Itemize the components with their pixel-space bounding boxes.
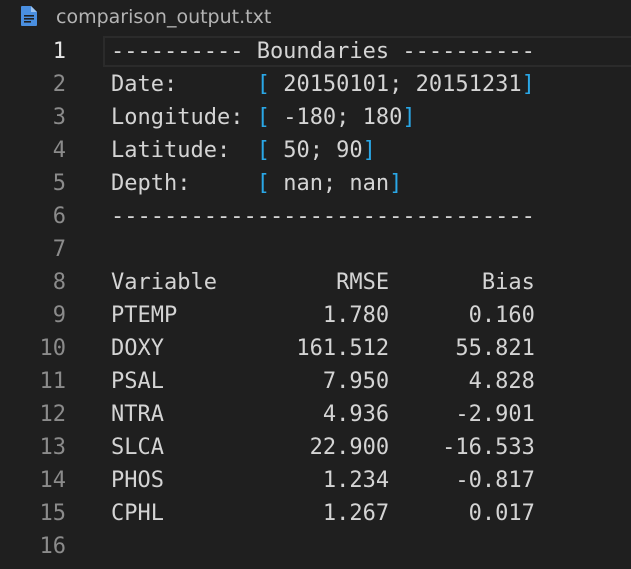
line-number: 4 (52, 138, 66, 163)
line-number: 8 (52, 270, 66, 295)
longitude-line: Longitude: [ -180; 180] (111, 101, 416, 134)
date-value: 20150101; 20151231 (269, 72, 522, 97)
table-row: PTEMP 1.780 0.160 (111, 303, 535, 328)
close-bracket: ] (521, 72, 535, 97)
table-row: PSAL 7.950 4.828 (111, 369, 535, 394)
line-number: 7 (52, 237, 66, 262)
longitude-label: Longitude: (111, 105, 257, 130)
latitude-line: Latitude: [ 50; 90] (111, 134, 376, 167)
date-label: Date: (111, 72, 257, 97)
line-number: 16 (39, 534, 67, 559)
line-number: 14 (39, 468, 67, 493)
open-bracket: [ (256, 105, 270, 130)
depth-value: nan; nan (269, 171, 390, 196)
line-number: 12 (39, 402, 67, 427)
open-bracket: [ (256, 138, 270, 163)
table-row: NTRA 4.936 -2.901 (111, 402, 535, 427)
line-number: 9 (52, 303, 66, 328)
table-row: PHOS 1.234 -0.817 (111, 468, 535, 493)
line-number: 2 (52, 72, 66, 97)
line-number: 3 (52, 105, 66, 130)
date-line: Date: [ 20150101; 20151231] (111, 68, 535, 101)
close-bracket: ] (389, 171, 403, 196)
line-number: 1 (52, 39, 66, 64)
latitude-label: Latitude: (111, 138, 257, 163)
depth-label: Depth: (111, 171, 257, 196)
close-bracket: ] (402, 105, 416, 130)
line-number: 15 (39, 501, 67, 526)
table-header-line: Variable RMSE Bias (111, 270, 535, 295)
boundaries-header-line: ---------- Boundaries ---------- (111, 39, 535, 64)
longitude-value: -180; 180 (269, 105, 403, 130)
close-bracket: ] (362, 138, 376, 163)
line-number: 13 (39, 435, 67, 460)
tab-filename: comparison_output.txt (56, 6, 272, 28)
depth-line: Depth: [ nan; nan] (111, 167, 402, 200)
open-bracket: [ (256, 171, 270, 196)
line-number: 11 (39, 369, 67, 394)
text-file-icon (21, 6, 37, 26)
line-number: 6 (52, 204, 66, 229)
table-row: CPHL 1.267 0.017 (111, 501, 535, 526)
boundaries-footer-line: -------------------------------- (111, 204, 535, 229)
line-number: 5 (52, 171, 66, 196)
latitude-value: 50; 90 (269, 138, 363, 163)
open-bracket: [ (256, 72, 270, 97)
line-number: 10 (39, 336, 67, 361)
table-row: DOXY 161.512 55.821 (111, 336, 535, 361)
editor-tab[interactable]: comparison_output.txt (0, 0, 631, 36)
table-row: SLCA 22.900 -16.533 (111, 435, 535, 460)
